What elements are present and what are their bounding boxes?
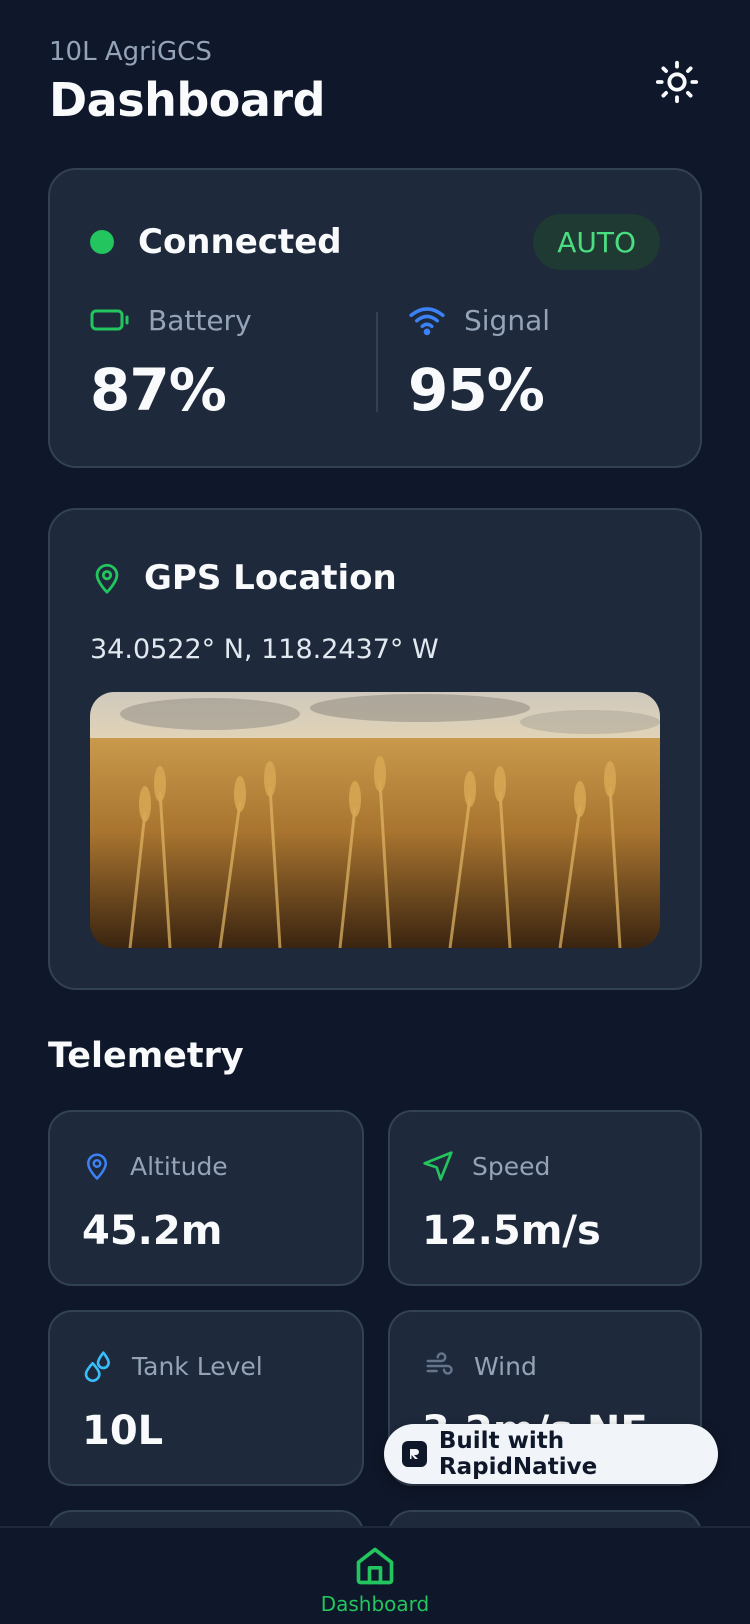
rapidnative-logo-icon [402, 1441, 427, 1467]
sun-icon [655, 60, 699, 104]
connection-row: Connected AUTO [90, 214, 660, 270]
navigation-arrow-icon [423, 1151, 453, 1181]
gps-title: GPS Location [144, 558, 397, 598]
tile-label: Wind [474, 1351, 537, 1381]
tile-value: 45.2m [82, 1208, 223, 1254]
telemetry-tile-tank-level: Tank Level 10L [48, 1310, 364, 1486]
signal-label: Signal [464, 303, 551, 337]
page-title: Dashboard [49, 73, 326, 127]
metric-divider [376, 312, 378, 412]
location-pin-icon [87, 1153, 107, 1180]
wind-icon [426, 1352, 453, 1375]
app-name: 10L AgriGCS [49, 37, 212, 67]
home-icon [356, 1547, 394, 1585]
connection-status-dot [90, 230, 114, 254]
telemetry-section-title: Telemetry [48, 1036, 244, 1076]
wifi-icon [409, 307, 445, 336]
built-with-text: Built with RapidNative [438, 1428, 598, 1480]
signal-metric: Signal 95% [408, 300, 551, 425]
battery-value: 87% [90, 356, 227, 424]
header: 10L AgriGCS Dashboard [49, 36, 701, 136]
battery-label: Battery [148, 303, 252, 337]
telemetry-tile-speed: Speed 12.5m/s [388, 1110, 702, 1286]
tile-label: Altitude [130, 1151, 228, 1181]
battery-metric: Battery 87% [90, 300, 252, 425]
signal-value: 95% [408, 356, 545, 424]
bottom-navigation: Dashboard [0, 1526, 750, 1624]
telemetry-tile-altitude: Altitude 45.2m [48, 1110, 364, 1286]
droplets-icon [84, 1351, 110, 1382]
tile-label: Speed [472, 1151, 551, 1181]
connection-status-text: Connected [138, 222, 342, 262]
battery-icon [90, 309, 129, 331]
built-with-badge[interactable]: Built with RapidNative [384, 1424, 718, 1484]
tile-label: Tank Level [132, 1351, 263, 1381]
location-pin-icon [95, 563, 119, 594]
gps-coordinates: 34.0522° N, 118.2437° W [90, 634, 439, 665]
nav-item-dashboard[interactable]: Dashboard [0, 1544, 750, 1616]
tile-value: 10L [82, 1408, 164, 1454]
field-image [90, 692, 660, 948]
mode-badge: AUTO [533, 214, 660, 270]
gps-location-card: GPS Location 34.0522° N, 118.2437° W [48, 508, 702, 990]
tile-value: 12.5m/s [422, 1208, 601, 1254]
connection-status-card: Connected AUTO Battery 87% Signal 95% [48, 168, 702, 468]
nav-label-dashboard: Dashboard [320, 1592, 430, 1616]
theme-toggle-button[interactable] [653, 58, 701, 106]
